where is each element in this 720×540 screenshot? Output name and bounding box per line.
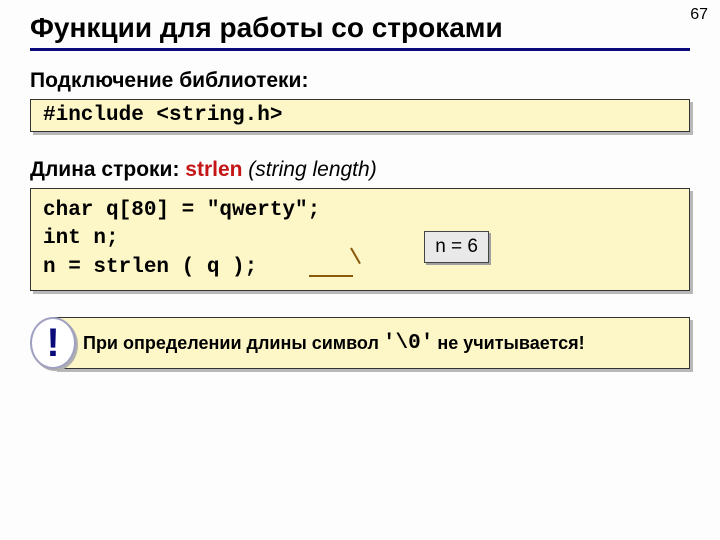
- title-underline: [30, 48, 690, 51]
- result-badge: n = 6: [424, 231, 489, 263]
- page-number: 67: [690, 6, 708, 24]
- code-include-text: #include <string.h>: [43, 104, 282, 127]
- page-title: Функции для работы со строками: [30, 12, 690, 44]
- connector-line: [309, 275, 353, 277]
- code-line-3: n = strlen ( q );: [43, 254, 677, 282]
- code-strlen: char q[80] = "qwerty"; int n; n = strlen…: [30, 188, 690, 291]
- alert-icon: !: [30, 317, 76, 369]
- strlen-keyword: strlen: [185, 158, 242, 181]
- code-line-2: int n;: [43, 225, 677, 253]
- strlen-prefix: Длина строки:: [30, 158, 185, 181]
- slide-content: Функции для работы со строками Подключен…: [0, 0, 720, 369]
- strlen-suffix: (string length): [242, 158, 376, 181]
- alert-box: При определении длины символ '\0' не учи…: [54, 317, 690, 369]
- alert-nullchar: '\0': [383, 332, 433, 355]
- alert-text-before: При определении длины символ: [83, 333, 379, 354]
- code-include: #include <string.h>: [30, 99, 690, 132]
- section-include-label: Подключение библиотеки:: [30, 69, 690, 93]
- alert-row: ! При определении длины символ '\0' не у…: [30, 317, 690, 369]
- alert-text-after: не учитывается!: [437, 333, 584, 354]
- section-strlen-label: Длина строки: strlen (string length): [30, 158, 690, 182]
- code-line-1: char q[80] = "qwerty";: [43, 197, 677, 225]
